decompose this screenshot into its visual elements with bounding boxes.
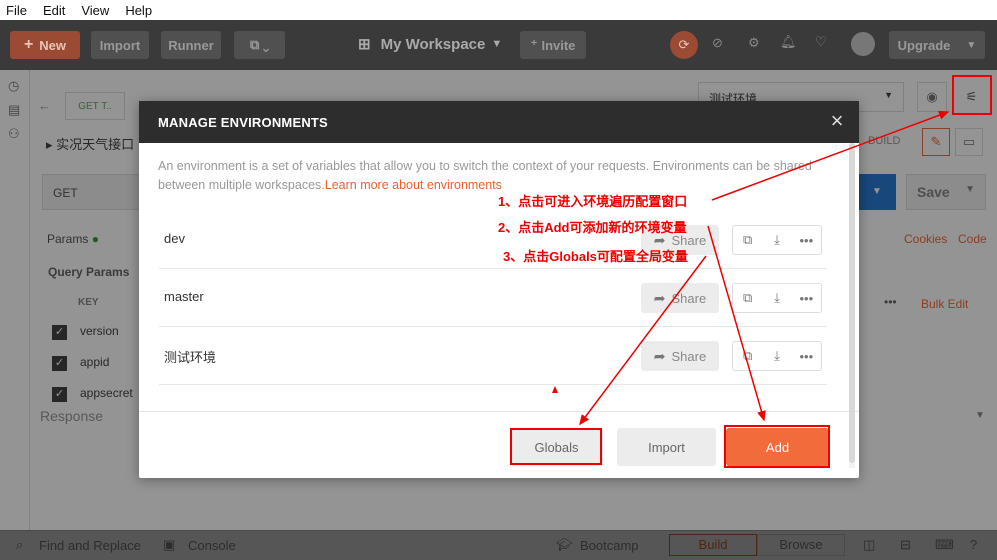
arrow-to-add (707, 225, 766, 422)
arrow-to-settings (711, 110, 950, 201)
small-marker (552, 386, 558, 393)
arrow-to-globals (579, 255, 707, 426)
annotation-arrows (552, 110, 950, 426)
